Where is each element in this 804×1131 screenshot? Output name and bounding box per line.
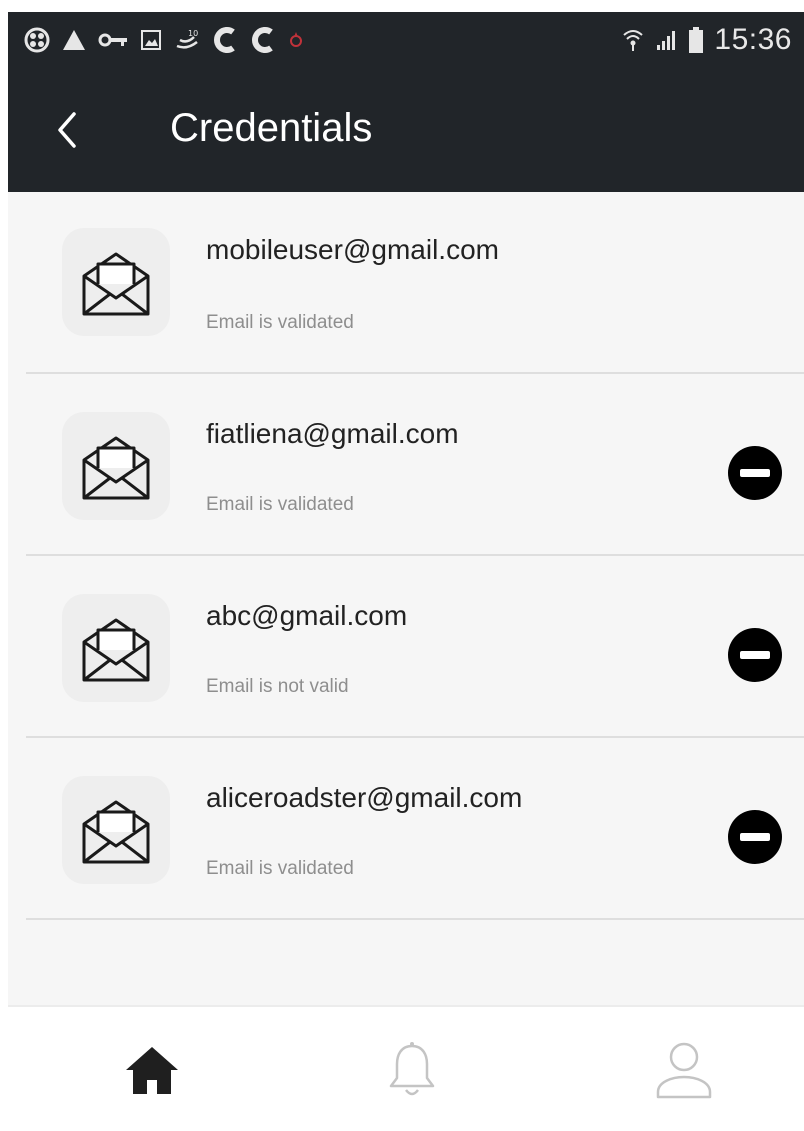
status-bar: 10 15:36 (8, 12, 804, 68)
email-icon-box (62, 228, 170, 336)
remove-circle-icon (728, 446, 782, 500)
c-icon (252, 27, 273, 53)
nav-home[interactable] (72, 1007, 232, 1131)
bottom-nav (8, 1005, 804, 1131)
status-icons-right: 15:36 (622, 22, 792, 58)
credential-row[interactable]: fiatliena@gmail.com Email is validated (8, 374, 804, 556)
credential-row[interactable]: mobileuser@gmail.com Email is validated (8, 192, 804, 374)
open-envelope-icon (82, 252, 150, 316)
credential-email: abc@gmail.com (206, 600, 408, 631)
app-bar: Credentials (8, 68, 804, 192)
home-icon (126, 1047, 178, 1094)
wifi-icon (623, 30, 644, 51)
email-icon-box (62, 412, 170, 520)
credential-status: Email is not valid (206, 676, 349, 697)
page-title: Credentials (170, 106, 373, 150)
app-icon (24, 27, 50, 53)
open-envelope-icon (82, 618, 150, 682)
svg-text:10: 10 (188, 29, 198, 38)
credential-email: mobileuser@gmail.com (206, 234, 499, 265)
warning-icon (63, 30, 85, 50)
usb-icon: 10 (176, 29, 198, 49)
notification-dot-icon (290, 32, 302, 47)
credential-email: aliceroadster@gmail.com (206, 782, 523, 813)
credentials-list: mobileuser@gmail.com Email is validated … (8, 192, 804, 920)
vpn-key-icon (98, 33, 127, 47)
credential-status: Email is validated (206, 858, 354, 879)
remove-circle-icon (728, 810, 782, 864)
c-icon (214, 27, 235, 53)
credential-row[interactable]: abc@gmail.com Email is not valid (8, 556, 804, 738)
credential-email: fiatliena@gmail.com (206, 418, 459, 449)
status-time: 15:36 (714, 23, 792, 56)
user-icon (656, 1042, 712, 1099)
back-button[interactable] (48, 108, 88, 152)
signal-icon (657, 31, 676, 50)
bell-icon (389, 1042, 435, 1096)
credential-row[interactable]: aliceroadster@gmail.com Email is validat… (8, 738, 804, 920)
status-icons-left: 10 (24, 24, 304, 56)
open-envelope-icon (82, 436, 150, 500)
email-icon-box (62, 776, 170, 884)
remove-credential-button[interactable] (728, 446, 782, 500)
remove-circle-icon (728, 628, 782, 682)
open-envelope-icon (82, 800, 150, 864)
app-screen: 10 15:36 Credentials mobileuser@gmail.co… (8, 12, 804, 1131)
nav-notifications[interactable] (332, 1007, 492, 1131)
image-icon (141, 30, 161, 50)
remove-credential-button[interactable] (728, 810, 782, 864)
battery-icon (689, 27, 704, 53)
email-icon-box (62, 594, 170, 702)
credential-status: Email is validated (206, 312, 354, 333)
back-chevron-icon (58, 112, 76, 148)
divider (26, 918, 804, 920)
credential-status: Email is validated (206, 494, 354, 515)
nav-profile[interactable] (604, 1007, 764, 1131)
remove-credential-button[interactable] (728, 628, 782, 682)
